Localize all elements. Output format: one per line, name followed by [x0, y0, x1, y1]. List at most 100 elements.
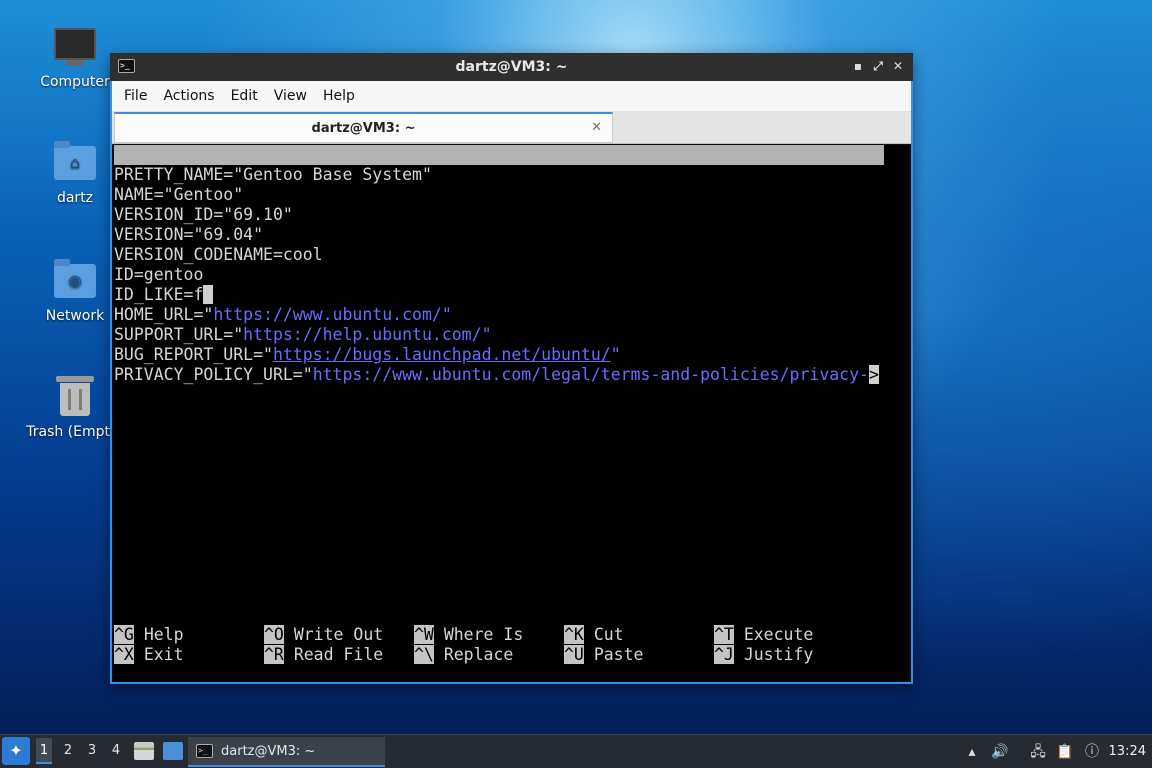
- desktop-icon-label: Computer: [40, 74, 110, 90]
- file-manager-launcher-icon[interactable]: [134, 742, 154, 760]
- trash-icon: [53, 374, 97, 418]
- volume-icon[interactable]: 🔊: [990, 742, 1010, 762]
- chevron-up-icon[interactable]: ▴: [962, 742, 982, 762]
- terminal-content[interactable]: GNU nano 6.2 /etc/os-release * PRETTY_NA…: [114, 145, 909, 681]
- start-menu-icon: ✦: [9, 741, 23, 760]
- start-menu-button[interactable]: ✦: [2, 737, 30, 765]
- text-cursor: [203, 285, 214, 304]
- shortcut-label: Read File: [293, 645, 384, 664]
- task-label: dartz@VM3: ~: [221, 743, 316, 759]
- file-line: VERSION_CODENAME=cool: [114, 245, 323, 264]
- shortcut-key: ^W: [414, 625, 434, 644]
- clipboard-icon[interactable]: 📋: [1055, 742, 1075, 762]
- file-line: VERSION_ID="69.10": [114, 205, 293, 224]
- file-line: VERSION="69.04": [114, 225, 264, 244]
- window-titlebar[interactable]: >_ dartz@VM3: ~ ▪ ⤢ ✕: [110, 53, 913, 81]
- shortcut-key: ^K: [564, 625, 584, 644]
- network-folder-icon: ◉: [53, 258, 97, 302]
- url-text: https://www.ubuntu.com/: [213, 305, 442, 324]
- file-line: PRETTY_NAME="Gentoo Base System": [114, 165, 432, 184]
- menu-view[interactable]: View: [266, 88, 315, 104]
- menu-bar: File Actions Edit View Help: [112, 81, 911, 111]
- minimize-button[interactable]: ▪: [851, 57, 865, 75]
- network-icon[interactable]: 🖧: [1028, 742, 1048, 762]
- shortcut-key: ^\: [414, 645, 434, 664]
- file-line: BUG_REPORT_URL="https://bugs.launchpad.n…: [114, 345, 621, 365]
- home-folder-icon: ⌂: [53, 140, 97, 184]
- shortcut-replace[interactable]: ^\ Replace: [414, 645, 513, 665]
- file-line: HOME_URL="https://www.ubuntu.com/": [114, 305, 452, 325]
- url-quote: ": [441, 305, 452, 324]
- shortcut-cut[interactable]: ^K Cut: [564, 625, 624, 645]
- menu-file[interactable]: File: [116, 88, 155, 104]
- workspace-1[interactable]: 1: [36, 738, 52, 764]
- url-text: https://help.ubuntu.com/: [243, 325, 482, 344]
- shortcut-help[interactable]: ^G Help: [114, 625, 184, 645]
- shortcut-label: Replace: [443, 645, 514, 664]
- url-quote: ": [610, 345, 621, 364]
- truncation-marker: >: [868, 365, 879, 384]
- shortcut-key: ^O: [264, 625, 284, 644]
- tab-close-icon[interactable]: ✕: [591, 120, 602, 135]
- file-line: NAME="Gentoo": [114, 185, 244, 204]
- notification-icon[interactable]: ⓘ: [1082, 742, 1102, 762]
- desktop-icon-label: Network: [45, 308, 105, 324]
- file-line: ID_LIKE=f: [114, 285, 214, 305]
- file-line: ID=gentoo: [114, 265, 204, 284]
- shortcut-key: ^G: [114, 625, 134, 644]
- shortcut-key: ^X: [114, 645, 134, 664]
- line-text: BUG_REPORT_URL=": [114, 345, 273, 364]
- maximize-button[interactable]: ⤢: [871, 57, 885, 75]
- shortcut-label: Justify: [743, 645, 814, 664]
- shortcut-key: ^R: [264, 645, 284, 664]
- shortcut-key: ^T: [714, 625, 734, 644]
- taskbar-task-terminal[interactable]: >_ dartz@VM3: ~: [188, 737, 385, 767]
- shortcut-read-file[interactable]: ^R Read File: [264, 645, 383, 665]
- shortcut-label: Exit: [143, 645, 184, 664]
- url-text[interactable]: https://bugs.launchpad.net/ubuntu/: [273, 345, 611, 364]
- nano-filename: /etc/os-release *: [444, 185, 613, 204]
- terminal-tab[interactable]: dartz@VM3: ~ ✕: [114, 112, 613, 143]
- shortcut-write-out[interactable]: ^O Write Out: [264, 625, 383, 645]
- url-text: https://www.ubuntu.com/legal/terms-and-p…: [312, 365, 869, 384]
- terminal-window: >_ dartz@VM3: ~ ▪ ⤢ ✕ File Actions Edit …: [110, 53, 913, 684]
- url-quote: ": [481, 325, 492, 344]
- shortcut-label: Paste: [593, 645, 644, 664]
- file-line: PRIVACY_POLICY_URL="https://www.ubuntu.c…: [114, 365, 879, 385]
- clock[interactable]: 13:24: [1109, 744, 1146, 759]
- shortcut-exit[interactable]: ^X Exit: [114, 645, 184, 665]
- window-title: dartz@VM3: ~: [455, 59, 568, 75]
- show-desktop-icon[interactable]: [163, 742, 183, 760]
- terminal-app-icon: >_: [196, 744, 213, 758]
- file-line: SUPPORT_URL="https://help.ubuntu.com/": [114, 325, 492, 345]
- shortcut-label: Help: [143, 625, 184, 644]
- line-text: HOME_URL=": [114, 305, 214, 324]
- workspace-2[interactable]: 2: [60, 743, 76, 758]
- tab-bar: dartz@VM3: ~ ✕: [112, 111, 911, 144]
- shortcut-justify[interactable]: ^J Justify: [714, 645, 813, 665]
- menu-actions[interactable]: Actions: [155, 88, 222, 104]
- shortcut-key: ^J: [714, 645, 734, 664]
- shortcut-key: ^U: [564, 645, 584, 664]
- nano-header: GNU nano 6.2 /etc/os-release *: [114, 145, 884, 204]
- taskbar: ✦ 1 2 3 4 >_ dartz@VM3: ~ ▴ 🔊 🖧 📋 ⓘ 13:2…: [0, 734, 1152, 768]
- shortcut-where-is[interactable]: ^W Where Is: [414, 625, 523, 645]
- shortcut-execute[interactable]: ^T Execute: [714, 625, 813, 645]
- shortcut-label: Where Is: [443, 625, 524, 644]
- shortcut-label: Cut: [593, 625, 624, 644]
- desktop-icon-label: dartz: [56, 190, 94, 206]
- line-text: ID_LIKE=f: [114, 285, 204, 304]
- workspace-3[interactable]: 3: [84, 743, 100, 758]
- line-text: SUPPORT_URL=": [114, 325, 244, 344]
- terminal-app-icon: >_: [118, 59, 135, 73]
- computer-icon: [53, 24, 97, 68]
- shortcut-label: Write Out: [293, 625, 384, 644]
- line-text: PRIVACY_POLICY_URL=": [114, 365, 313, 384]
- menu-help[interactable]: Help: [315, 88, 363, 104]
- workspace-4[interactable]: 4: [108, 743, 124, 758]
- close-button[interactable]: ✕: [891, 57, 905, 75]
- tab-label: dartz@VM3: ~: [311, 120, 416, 136]
- shortcut-label: Execute: [743, 625, 814, 644]
- shortcut-paste[interactable]: ^U Paste: [564, 645, 643, 665]
- menu-edit[interactable]: Edit: [223, 88, 266, 104]
